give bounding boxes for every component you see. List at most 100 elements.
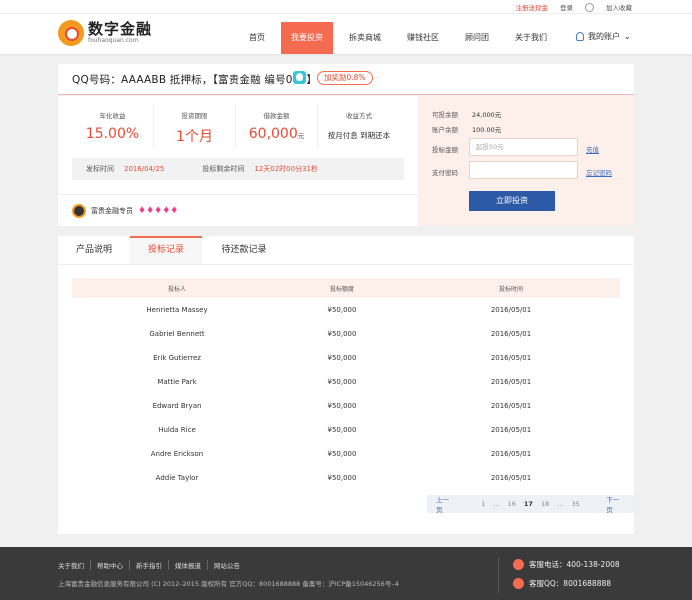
cell-amount: ¥50,000 — [327, 306, 357, 314]
expert-avatar — [72, 203, 86, 218]
tab-repayments[interactable]: 待还款记录 — [202, 236, 286, 264]
main-nav: 首页 我要投资 拆卖商城 赚钱社区 顾问团 关于我们 — [239, 22, 563, 54]
footer-link-media[interactable]: 媒体报道 — [169, 560, 208, 570]
amount-label: 投标金额 — [432, 146, 458, 154]
footer-link-guide[interactable]: 新手指引 — [130, 560, 169, 570]
qq-icon — [513, 578, 524, 589]
nav-mall[interactable]: 拆卖商城 — [339, 22, 391, 54]
register-link[interactable]: 注册送现金 — [516, 2, 549, 12]
nav-advisors[interactable]: 顾问团 — [455, 22, 499, 54]
nav-community[interactable]: 赚钱社区 — [397, 22, 449, 54]
cell-bidder: Erik Gutierrez — [153, 354, 201, 362]
brand-domain: fouhaoquan.com — [88, 37, 139, 44]
logo-icon — [58, 20, 84, 46]
cell-amount: ¥50,000 — [327, 354, 357, 362]
cell-amount: ¥50,000 — [327, 450, 357, 458]
nav-about[interactable]: 关于我们 — [505, 22, 557, 54]
cell-amount: ¥50,000 — [327, 426, 357, 434]
tab-product[interactable]: 产品说明 — [58, 236, 130, 264]
page-current[interactable]: 17 — [520, 500, 537, 508]
detail-tabs-panel: 产品说明 投标记录 待还款记录 投标人 投标额度 投标时间 Henrietta … — [58, 236, 634, 534]
page-link[interactable]: 16 — [504, 500, 520, 508]
login-link[interactable]: 登录 — [560, 2, 573, 12]
balance-value: 100.00元 — [472, 126, 502, 134]
table-row: Andre Erickson ¥50,000 2016/05/01 — [72, 442, 620, 466]
remain-label: 投标剩余时间 — [202, 165, 245, 173]
cell-time: 2016/05/01 — [490, 474, 532, 482]
qq-icon[interactable] — [585, 2, 594, 12]
expert-row: 富贵金融专员 ♦♦♦♦♦ — [58, 194, 418, 226]
nav-invest[interactable]: 我要投资 — [281, 22, 333, 54]
pagination: 上一页 1 ... 16 17 18 ... 35 下一页 — [427, 494, 634, 514]
table-row: Mattie Park ¥50,000 2016/05/01 — [72, 370, 620, 394]
available-row: 可投余额 24,000元 — [432, 109, 501, 119]
amount-number: 60,000 — [248, 126, 298, 142]
top-bar: 注册送现金 登录 加入收藏 — [0, 0, 692, 14]
stat-method: 收益方式 按月付息 到期还本 — [318, 104, 400, 148]
page-link[interactable]: 35 — [567, 500, 583, 508]
password-label: 支付密码 — [432, 169, 458, 177]
expert-label: 富贵金融专员 — [91, 206, 133, 215]
invest-now-button[interactable]: 立即投资 — [469, 191, 555, 211]
recharge-link[interactable]: 充值 — [586, 144, 599, 154]
chevron-down-icon: ⌄ — [624, 32, 631, 41]
page-link[interactable]: 1 — [477, 500, 489, 508]
footer-link-about[interactable]: 关于我们 — [58, 560, 91, 570]
page-link[interactable]: 18 — [537, 500, 553, 508]
contact-phone: 客服电话：400-138-2008 — [513, 559, 620, 570]
footer-link-help[interactable]: 帮助中心 — [91, 560, 130, 570]
cell-time: 2016/05/01 — [490, 306, 532, 314]
contact-qq: 客服QQ：8001688888 — [513, 578, 611, 589]
cell-bidder: Hulda Rice — [158, 426, 196, 434]
cell-bidder: Andre Erickson — [150, 450, 204, 458]
cell-time: 2016/05/01 — [490, 330, 532, 338]
tab-bar: 产品说明 投标记录 待还款记录 — [58, 236, 634, 265]
phone-text: 客服电话：400-138-2008 — [529, 560, 620, 569]
password-input[interactable] — [469, 161, 578, 179]
header-amount: 投标额度 — [329, 285, 354, 293]
bonus-badge: 加奖励0.8% — [317, 71, 373, 85]
stat-label: 收益方式 — [346, 112, 372, 120]
user-icon — [576, 32, 584, 41]
cell-bidder: Edward Bryan — [152, 402, 202, 410]
footer-link-notice[interactable]: 网站公告 — [208, 560, 246, 570]
cell-amount: ¥50,000 — [327, 378, 357, 386]
footer: 关于我们 帮助中心 新手指引 媒体报道 网站公告 上海富贵金融信息服务有限公司 … — [0, 547, 692, 600]
balance-label: 账户余额 — [432, 126, 458, 134]
table-row: Erik Gutierrez ¥50,000 2016/05/01 — [72, 346, 620, 370]
qq-text: 客服QQ：8001688888 — [529, 579, 612, 588]
stat-label: 年化收益 — [99, 112, 126, 120]
publish-label: 发标时间 — [86, 165, 114, 173]
tab-records[interactable]: 投标记录 — [130, 236, 202, 264]
stat-value: 15.00% — [85, 126, 140, 142]
cell-time: 2016/05/01 — [490, 450, 532, 458]
table-row: Henrietta Massey ¥50,000 2016/05/01 — [72, 298, 620, 322]
loan-title: QQ号码：AAAABB 抵押标，【富贵金融 编号017】 — [72, 74, 318, 86]
table-header: 投标人 投标额度 投标时间 — [72, 278, 620, 298]
logo[interactable]: 数字金融 fouhaoquan.com — [58, 20, 152, 46]
stat-value: 60,000元 — [236, 126, 317, 142]
account-menu[interactable]: 我的账户 ⌄ — [576, 31, 631, 42]
header: 数字金融 fouhaoquan.com 首页 我要投资 拆卖商城 赚钱社区 顾问… — [0, 14, 692, 54]
cell-bidder: Gabriel Bennett — [149, 330, 205, 338]
publish-value: 2016/04/25 — [124, 165, 165, 173]
available-label: 可投余额 — [432, 111, 458, 119]
page-ellipsis: ... — [557, 500, 564, 508]
stat-term: 投资期限 1个月 — [154, 104, 236, 148]
stat-label: 借款金额 — [263, 112, 290, 120]
phone-icon — [513, 559, 524, 570]
loan-title-bar: QQ号码：AAAABB 抵押标，【富贵金融 编号017】 加奖励0.8% — [58, 64, 634, 95]
join-link[interactable]: 加入收藏 — [606, 2, 632, 12]
header-time: 投标时间 — [498, 285, 523, 293]
cell-time: 2016/05/01 — [490, 402, 532, 410]
amount-input[interactable]: 起投50元 — [469, 138, 578, 156]
prev-page-button[interactable]: 上一页 — [427, 494, 464, 514]
table-row: Hulda Rice ¥50,000 2016/05/01 — [72, 418, 620, 442]
cell-time: 2016/05/01 — [490, 426, 532, 434]
nav-home[interactable]: 首页 — [239, 22, 275, 54]
table-row: Edward Bryan ¥50,000 2016/05/01 — [72, 394, 620, 418]
forgot-password-link[interactable]: 忘记密码 — [586, 167, 612, 177]
stat-rate: 年化收益 15.00% — [72, 104, 154, 148]
header-bidder: 投标人 — [167, 285, 186, 293]
next-page-button[interactable]: 下一页 — [597, 494, 634, 514]
